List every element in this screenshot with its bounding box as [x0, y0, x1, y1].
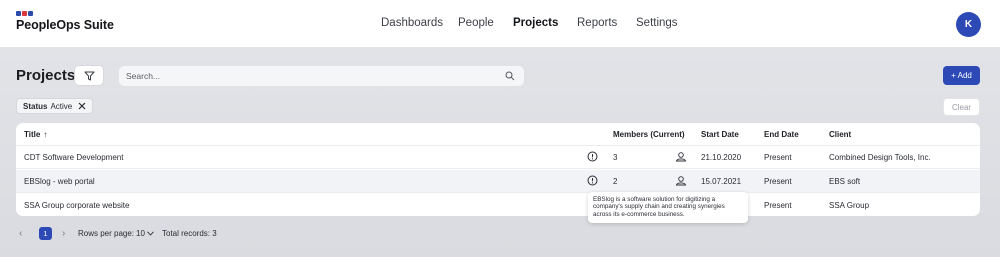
info-icon[interactable] — [587, 175, 598, 188]
clear-button[interactable]: Clear — [943, 98, 980, 116]
nav-reports[interactable]: Reports — [577, 17, 617, 29]
chevron-right-icon[interactable]: › — [62, 229, 65, 239]
column-end-date[interactable]: End Date — [764, 130, 799, 139]
page-button-current[interactable]: 1 — [39, 227, 52, 240]
filter-button[interactable] — [74, 65, 104, 86]
column-client[interactable]: Client — [829, 130, 851, 139]
main-nav: Dashboards People Projects Reports Setti… — [0, 0, 1000, 47]
brand[interactable]: PeopleOps Suite — [16, 11, 114, 32]
nav-settings[interactable]: Settings — [636, 17, 678, 29]
top-bar: PeopleOps Suite Dashboards People Projec… — [0, 0, 1000, 47]
members-icon[interactable] — [675, 175, 687, 188]
rows-per-page-label: Rows per page: — [78, 229, 135, 238]
rows-per-page-value: 10 — [136, 229, 145, 238]
end-date: Present — [764, 153, 792, 162]
rows-per-page-select[interactable]: 10 — [136, 229, 154, 238]
members-count: 2 — [613, 177, 618, 186]
project-link[interactable]: SSA Group corporate website — [24, 201, 129, 210]
column-members[interactable]: Members (Current) — [613, 130, 685, 139]
search-box — [118, 65, 525, 87]
funnel-icon — [84, 71, 94, 80]
project-link[interactable]: EBSlog - web portal — [24, 177, 95, 186]
table-header: Title ↑ Members (Current) Start Date End … — [16, 123, 980, 146]
members-icon[interactable] — [675, 151, 687, 164]
table-row[interactable]: EBSlog - web portal 2 15.07.2021 Present… — [16, 170, 980, 193]
total-records: Total records: 3 — [162, 229, 217, 238]
nav-people[interactable]: People — [458, 17, 494, 29]
projects-table: Title ↑ Members (Current) Start Date End … — [16, 123, 980, 216]
brand-logo — [16, 11, 114, 16]
column-title[interactable]: Title ↑ — [24, 130, 47, 139]
column-start-date[interactable]: Start Date — [701, 130, 739, 139]
client-name: EBS soft — [829, 177, 861, 186]
table-row[interactable]: SSA Group corporate website Present SSA … — [16, 194, 980, 216]
chevron-left-icon[interactable]: ‹ — [19, 229, 22, 239]
chip-value: Active — [50, 101, 73, 111]
project-description-tooltip: EBSlog is a software solution for digiti… — [588, 192, 748, 223]
close-icon[interactable] — [78, 102, 86, 110]
info-icon[interactable] — [587, 151, 598, 164]
search-icon[interactable] — [505, 71, 515, 81]
table-row[interactable]: CDT Software Development 3 21.10.2020 Pr… — [16, 146, 980, 169]
chevron-down-icon — [147, 231, 154, 236]
app-name: PeopleOps Suite — [16, 18, 114, 32]
start-date: 15.07.2021 — [701, 177, 742, 186]
chip-key: Status — [23, 101, 48, 111]
project-link[interactable]: CDT Software Development — [24, 153, 123, 162]
nav-projects[interactable]: Projects — [513, 17, 558, 29]
status-filter-chip[interactable]: Status Active — [16, 98, 94, 114]
client-name: Combined Design Tools, Inc. — [829, 153, 931, 162]
page-title: Projects — [16, 67, 76, 84]
members-count: 3 — [613, 153, 618, 162]
nav-dashboards[interactable]: Dashboards — [381, 17, 443, 29]
client-name: SSA Group — [829, 201, 870, 210]
end-date: Present — [764, 201, 792, 210]
start-date: 21.10.2020 — [701, 153, 742, 162]
search-input[interactable] — [119, 66, 479, 86]
user-avatar[interactable]: K — [956, 12, 981, 37]
sort-arrow-icon[interactable]: ↑ — [43, 130, 47, 139]
add-button[interactable]: + Add — [943, 66, 980, 85]
end-date: Present — [764, 177, 792, 186]
